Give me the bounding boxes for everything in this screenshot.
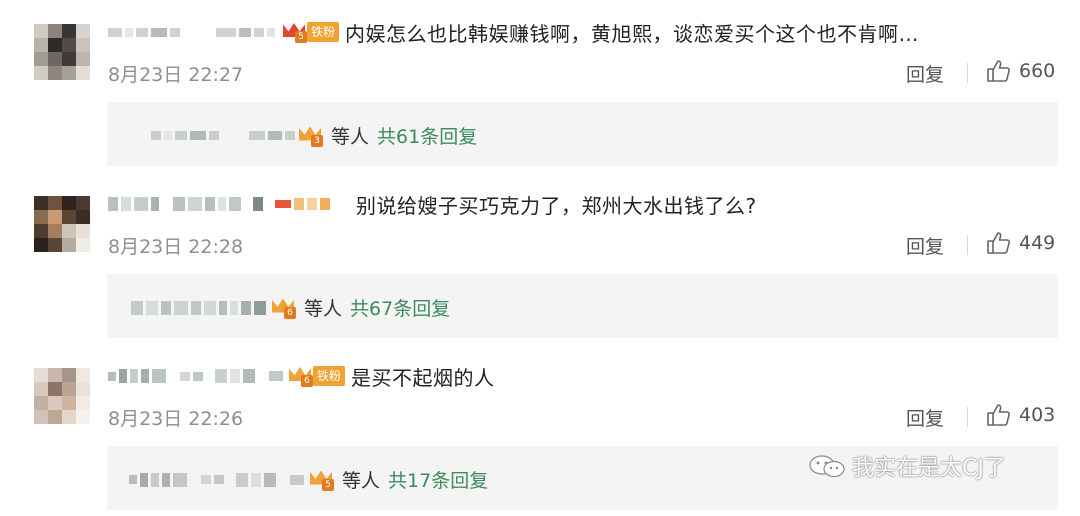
divider — [967, 235, 968, 255]
sub-etc: 等人 — [331, 126, 370, 148]
reply-button[interactable]: 回复 — [906, 232, 944, 259]
like-count: 660 — [1019, 60, 1056, 82]
comment-time: 8月23日 22:28 — [108, 236, 244, 258]
like-button[interactable]: 449 — [985, 230, 1055, 256]
thumbs-up-icon — [987, 232, 1010, 254]
thumbs-up-icon — [987, 404, 1010, 426]
username-blurred[interactable] — [108, 27, 275, 37]
sub-replies[interactable]: 6 等人 共67条回复 — [107, 274, 1058, 338]
comment-text: 内娱怎么也比韩娱赚钱啊，黄旭熙，谈恋爱买个这个也不肯啊… — [345, 21, 920, 46]
divider — [967, 407, 968, 427]
comment-text: 别说给嫂子买巧克力了，郑州大水出钱了么? — [356, 193, 757, 218]
fan-badge: 5 — [310, 469, 334, 491]
fan-badge: 6 铁粉 — [289, 365, 346, 387]
avatar[interactable] — [34, 368, 90, 424]
thumbs-up-icon — [987, 60, 1010, 82]
sub-username-blurred — [131, 300, 266, 315]
comment-text: 是买不起烟的人 — [351, 365, 495, 390]
comment-item: 别说给嫂子买巧克力了，郑州大水出钱了么? 8月23日 22:28 回复 449 … — [0, 172, 1080, 344]
crown-icon: 5 — [283, 21, 307, 43]
crown-icon: 6 — [272, 297, 296, 319]
fan-badge: 3 — [299, 125, 323, 147]
fan-badge: 6 — [272, 297, 296, 319]
sub-username-blurred — [151, 131, 295, 140]
fan-badge: 5 铁粉 — [283, 21, 340, 43]
crown-icon: 6 — [289, 365, 313, 387]
comment-time: 8月23日 22:26 — [108, 408, 244, 430]
like-button[interactable]: 403 — [985, 402, 1055, 428]
fan-badge-label: 铁粉 — [313, 366, 346, 386]
reply-button[interactable]: 回复 — [906, 404, 944, 431]
username-blurred[interactable] — [108, 197, 330, 211]
comment-time: 8月23日 22:27 — [108, 64, 244, 86]
divider — [967, 63, 968, 83]
crown-icon: 3 — [299, 125, 323, 147]
wechat-icon — [809, 455, 845, 478]
comment-item: 6 铁粉 是买不起烟的人 8月23日 22:26 回复 403 5 等人 共17… — [0, 344, 1080, 516]
reply-button[interactable]: 回复 — [906, 60, 944, 87]
like-count: 449 — [1019, 232, 1056, 254]
sub-username-blurred — [129, 472, 304, 487]
sub-etc: 等人 — [304, 298, 343, 320]
avatar[interactable] — [34, 196, 90, 252]
sub-total-link[interactable]: 共67条回复 — [350, 294, 450, 321]
watermark-text: 我实在是太CJ了 — [852, 456, 1006, 481]
sub-total-link[interactable]: 共61条回复 — [377, 122, 477, 149]
avatar[interactable] — [34, 24, 90, 80]
sub-etc: 等人 — [342, 470, 381, 492]
like-button[interactable]: 660 — [985, 58, 1055, 84]
sub-total-link[interactable]: 共17条回复 — [388, 466, 488, 493]
username-blurred[interactable] — [108, 369, 283, 383]
comment-item: 5 铁粉 内娱怎么也比韩娱赚钱啊，黄旭熙，谈恋爱买个这个也不肯啊… 8月23日 … — [0, 0, 1080, 172]
like-count: 403 — [1019, 404, 1056, 426]
watermark: 我实在是太CJ了 — [808, 450, 1006, 482]
crown-icon: 5 — [310, 469, 334, 491]
fan-badge-label: 铁粉 — [307, 22, 340, 42]
sub-replies[interactable]: 3 等人 共61条回复 — [107, 102, 1058, 166]
